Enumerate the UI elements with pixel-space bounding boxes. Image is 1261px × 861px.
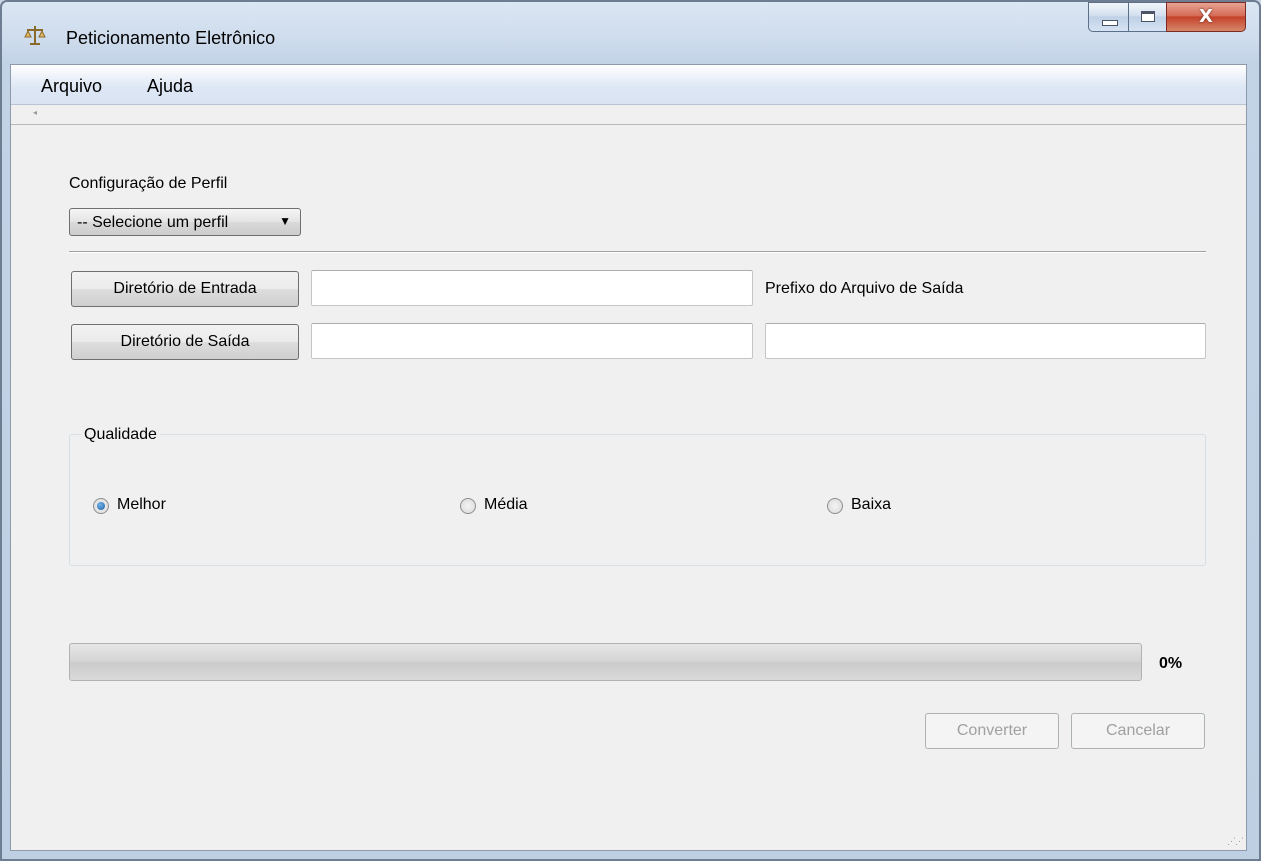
menu-bar: Arquivo Ajuda — [11, 65, 1246, 105]
quality-title: Qualidade — [81, 426, 160, 444]
menu-ajuda[interactable]: Ajuda — [147, 76, 193, 97]
close-button[interactable]: X — [1166, 2, 1246, 32]
output-directory-button[interactable]: Diretório de Saída — [71, 324, 299, 360]
toolbar-grip-icon[interactable]: ◂ — [33, 108, 37, 117]
quality-label-baixa[interactable]: Baixa — [851, 496, 891, 514]
progress-bar — [69, 643, 1142, 681]
input-directory-field[interactable] — [311, 270, 753, 306]
app-window: Peticionamento Eletrônico X Arquivo Ajud… — [0, 0, 1261, 861]
progress-percent: 0% — [1159, 655, 1183, 672]
output-prefix-label: Prefixo do Arquivo de Saída — [765, 280, 964, 297]
cancel-button[interactable]: Cancelar — [1071, 713, 1205, 749]
output-directory-field[interactable] — [311, 323, 753, 359]
quality-radio-melhor[interactable] — [93, 498, 109, 514]
output-prefix-field[interactable] — [765, 323, 1206, 359]
caption-buttons: X — [1088, 2, 1246, 32]
quality-radio-media[interactable] — [460, 498, 476, 514]
scales-icon — [24, 26, 46, 45]
profile-label: Configuração de Perfil — [69, 175, 228, 192]
convert-button[interactable]: Converter — [925, 713, 1059, 749]
profile-select-value: -- Selecione um perfil — [77, 214, 229, 231]
profile-select[interactable]: -- Selecione um perfil ▼ — [69, 208, 301, 236]
dropdown-arrow-icon: ▼ — [279, 214, 291, 228]
window-title: Peticionamento Eletrônico — [66, 28, 276, 48]
quality-label-melhor[interactable]: Melhor — [117, 496, 166, 514]
quality-radio-baixa[interactable] — [827, 498, 843, 514]
close-icon: X — [1199, 6, 1213, 27]
maximize-button[interactable] — [1128, 2, 1166, 32]
maximize-icon — [1141, 11, 1155, 22]
minimize-button[interactable] — [1088, 2, 1128, 32]
minimize-icon — [1102, 20, 1118, 26]
toolbar-strip: ◂ — [11, 105, 1246, 125]
client-area: Arquivo Ajuda ◂ Configuração de Perfil -… — [10, 64, 1247, 851]
title-bar[interactable]: Peticionamento Eletrônico X — [2, 2, 1259, 62]
separator — [69, 251, 1206, 253]
input-directory-button[interactable]: Diretório de Entrada — [71, 271, 299, 307]
quality-groupbox — [69, 434, 1206, 566]
resize-grip-icon[interactable]: ⋰⋰ — [1227, 836, 1244, 847]
quality-label-media[interactable]: Média — [484, 496, 528, 514]
menu-arquivo[interactable]: Arquivo — [41, 76, 102, 97]
